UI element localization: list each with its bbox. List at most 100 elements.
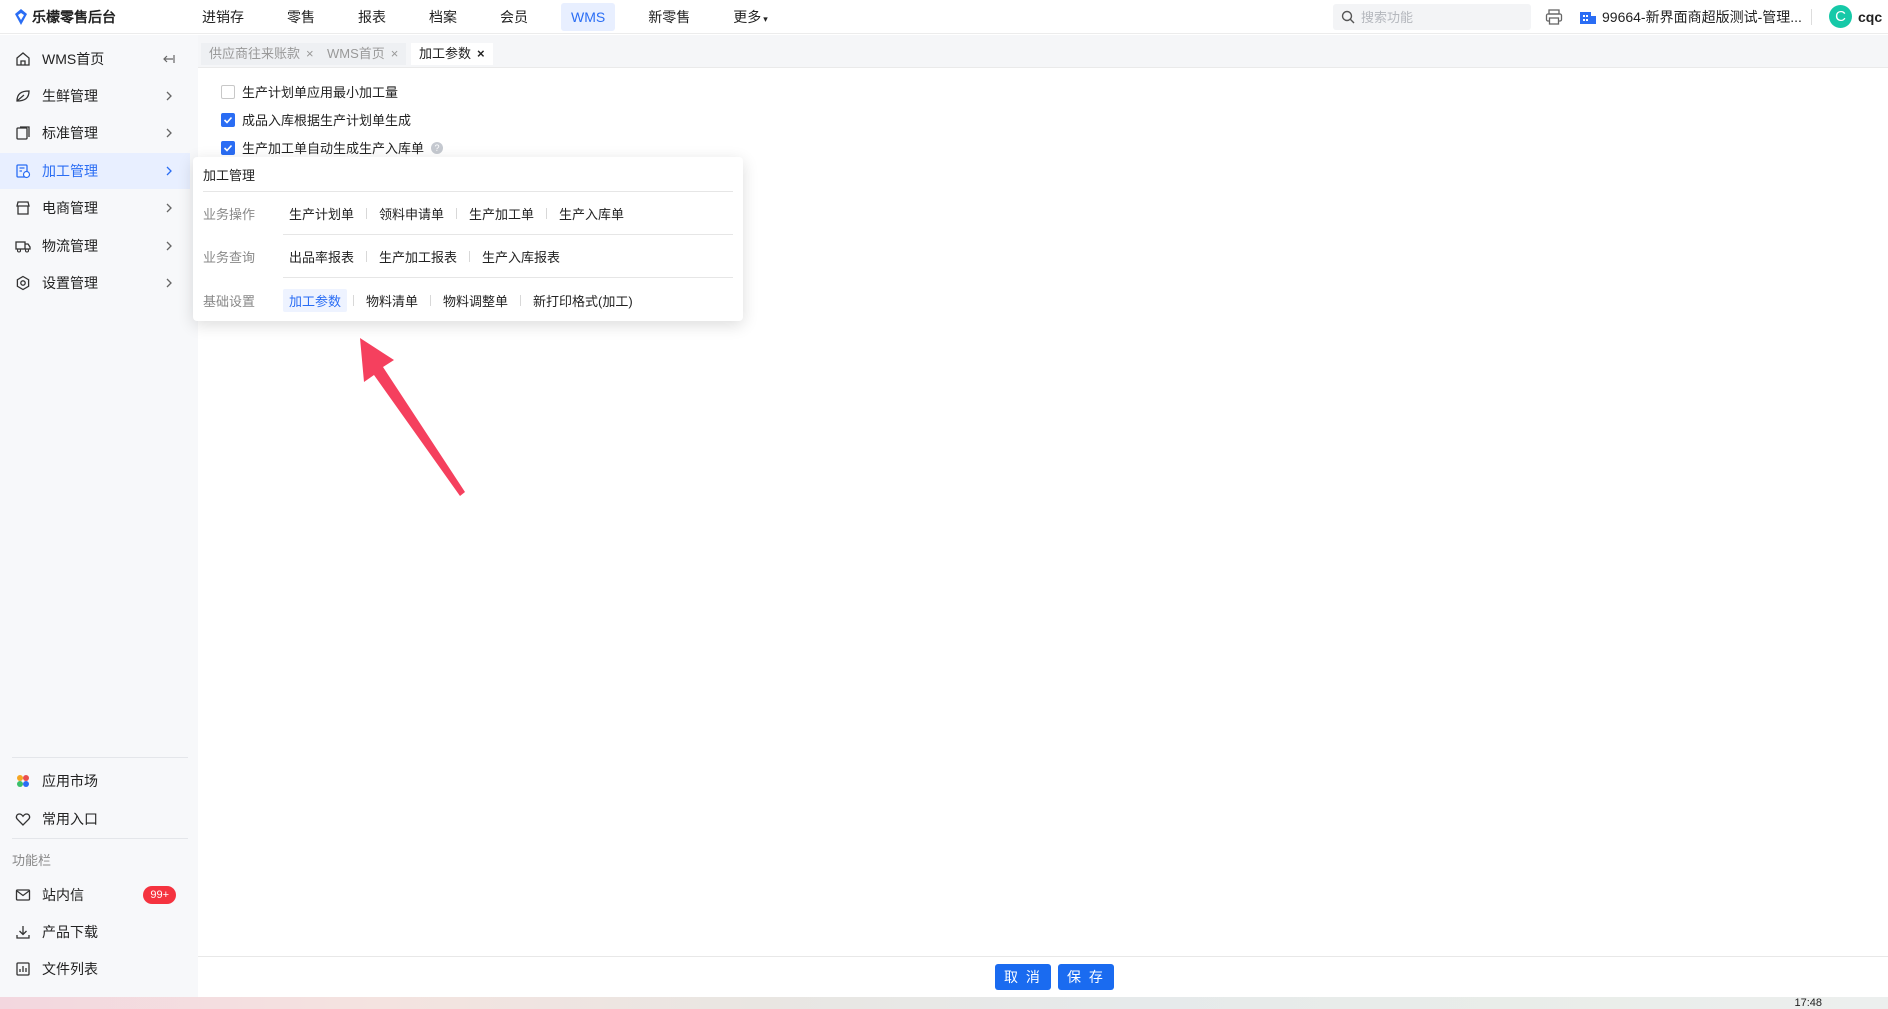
shop-icon <box>14 199 32 217</box>
tab-label: WMS首页 <box>327 46 385 61</box>
popover-title: 加工管理 <box>203 168 256 183</box>
sidebar-item-label: 应用市场 <box>42 773 98 789</box>
search-box[interactable] <box>1333 4 1531 30</box>
chevron-right-icon <box>166 166 172 176</box>
top-bar: 乐檬零售后台 进销存 零售 报表 档案 会员 WMS 新零售 更多 ▾ 搜索功能… <box>0 0 1888 34</box>
sidebar-item-label: 电商管理 <box>42 200 98 216</box>
sidebar-item-app-market[interactable]: 应用市场 <box>0 763 190 799</box>
processing-menu-popover: 加工管理 业务操作 生产计划单 领料申请单 生产加工单 生产入库单 业务查询 出… <box>193 157 743 321</box>
sidebar-item-download[interactable]: 产品下载 <box>0 914 190 950</box>
setting-inbound-from-plan[interactable]: 成品入库根据生产计划单生成 <box>221 110 411 129</box>
checkbox[interactable] <box>221 112 235 127</box>
sidebar-section-label: 功能栏 <box>12 853 52 868</box>
footer-bar: 取 消 保 存 <box>198 956 1888 997</box>
close-icon[interactable]: × <box>306 43 314 65</box>
sidebar-item-label: 生鲜管理 <box>42 88 98 104</box>
link-separator <box>520 294 522 306</box>
topnav-item-archive[interactable]: 档案 <box>419 3 467 31</box>
topnav-item-member[interactable]: 会员 <box>490 3 538 31</box>
chevron-right-icon <box>166 91 172 101</box>
settings-icon <box>14 274 32 292</box>
chevron-right-icon <box>166 241 172 251</box>
setting-label: 生产加工单自动生成生产入库单 <box>242 141 425 156</box>
check-icon <box>223 116 233 124</box>
app-title: 乐檬零售后台 <box>32 9 116 25</box>
sidebar-item-messages[interactable]: 站内信 99+ <box>0 877 190 913</box>
home-icon <box>14 50 32 68</box>
tab-label: 供应商往来账款 <box>209 46 301 61</box>
app-logo[interactable]: 乐檬零售后台 <box>14 7 116 27</box>
menu-link-production-report[interactable]: 生产加工报表 <box>373 245 463 268</box>
printer-button[interactable] <box>1543 6 1565 28</box>
menu-link-processing-params[interactable]: 加工参数 <box>283 288 348 312</box>
sidebar-item-logistics[interactable]: 物流管理 <box>0 228 190 264</box>
standard-icon <box>14 124 32 142</box>
user-name: cqc <box>1858 8 1883 25</box>
sidebar-item-fresh[interactable]: 生鲜管理 <box>0 78 190 114</box>
store-selector[interactable]: 99664-新界面商超版测试-管理... <box>1580 7 1802 27</box>
store-icon <box>1580 12 1596 24</box>
collapse-sidebar-icon[interactable] <box>162 52 176 66</box>
popover-divider <box>283 277 733 278</box>
popover-divider <box>203 191 733 192</box>
avatar: C <box>1829 5 1852 28</box>
tab-processing-params[interactable]: 加工参数 × <box>411 43 493 65</box>
fresh-icon <box>14 87 32 105</box>
link-separator <box>546 207 548 219</box>
topbar-divider <box>1811 9 1812 25</box>
process-icon <box>14 162 32 180</box>
user-menu[interactable]: C cqc <box>1829 5 1882 28</box>
tab-label: 加工参数 <box>419 46 472 61</box>
menu-link-material-adjustment[interactable]: 物料调整单 <box>437 289 514 312</box>
popover-category: 基础设置 <box>203 293 256 309</box>
sidebar-item-label: 设置管理 <box>42 275 98 291</box>
search-input[interactable] <box>1361 9 1521 25</box>
tab-wms-home[interactable]: WMS首页 × <box>319 43 407 65</box>
close-icon[interactable]: × <box>477 43 485 65</box>
menu-link-production-order[interactable]: 生产加工单 <box>463 202 540 225</box>
file-list-icon <box>14 960 32 978</box>
chevron-right-icon <box>166 128 172 138</box>
popover-category: 业务查询 <box>203 249 256 265</box>
checkbox[interactable] <box>221 140 235 155</box>
sidebar-item-label: 站内信 <box>42 887 84 903</box>
sidebar-divider <box>12 757 188 758</box>
topnav-item-retail[interactable]: 零售 <box>277 3 325 31</box>
sidebar-divider <box>12 838 188 839</box>
sidebar-item-standard[interactable]: 标准管理 <box>0 115 190 151</box>
sidebar-item-wms-home[interactable]: WMS首页 <box>0 41 190 77</box>
menu-link-material-request[interactable]: 领料申请单 <box>373 202 450 225</box>
download-icon <box>14 923 32 941</box>
sidebar-item-processing[interactable]: 加工管理 <box>0 153 190 189</box>
topnav-item-wms[interactable]: WMS <box>561 3 616 31</box>
menu-link-inbound-report[interactable]: 生产入库报表 <box>476 245 566 268</box>
sidebar-item-label: 产品下载 <box>42 924 98 940</box>
save-button[interactable]: 保 存 <box>1058 964 1114 990</box>
topnav-item-new-retail[interactable]: 新零售 <box>638 3 700 31</box>
topnav-item-more[interactable]: 更多 ▾ <box>723 3 778 31</box>
topnav-item-inventory[interactable]: 进销存 <box>192 3 254 31</box>
menu-link-production-inbound[interactable]: 生产入库单 <box>553 202 630 225</box>
sidebar-item-ecommerce[interactable]: 电商管理 <box>0 190 190 226</box>
close-icon[interactable]: × <box>391 43 399 65</box>
setting-auto-generate-inbound[interactable]: 生产加工单自动生成生产入库单 ? <box>221 138 444 157</box>
popover-group-operations: 业务操作 生产计划单 领料申请单 生产加工单 生产入库单 <box>203 202 630 224</box>
truck-icon <box>14 237 32 255</box>
link-separator <box>353 294 355 306</box>
link-separator <box>469 250 471 262</box>
store-name: 99664-新界面商超版测试-管理... <box>1602 9 1802 25</box>
tab-supplier-accounts[interactable]: 供应商往来账款 × <box>201 43 322 65</box>
sidebar-item-settings[interactable]: 设置管理 <box>0 265 190 301</box>
menu-link-production-plan[interactable]: 生产计划单 <box>283 202 360 225</box>
cancel-button[interactable]: 取 消 <box>995 964 1051 990</box>
topnav-item-reports[interactable]: 报表 <box>348 3 396 31</box>
heart-icon <box>14 810 32 828</box>
menu-link-print-format[interactable]: 新打印格式(加工) <box>527 289 639 312</box>
help-icon[interactable]: ? <box>431 141 444 154</box>
setting-min-processing-qty[interactable]: 生产计划单应用最小加工量 <box>221 82 398 101</box>
checkbox[interactable] <box>221 84 235 99</box>
menu-link-yield-report[interactable]: 出品率报表 <box>283 245 360 268</box>
sidebar-item-files[interactable]: 文件列表 <box>0 951 190 987</box>
menu-link-bom[interactable]: 物料清单 <box>360 289 424 312</box>
sidebar-item-favorites[interactable]: 常用入口 <box>0 801 190 837</box>
